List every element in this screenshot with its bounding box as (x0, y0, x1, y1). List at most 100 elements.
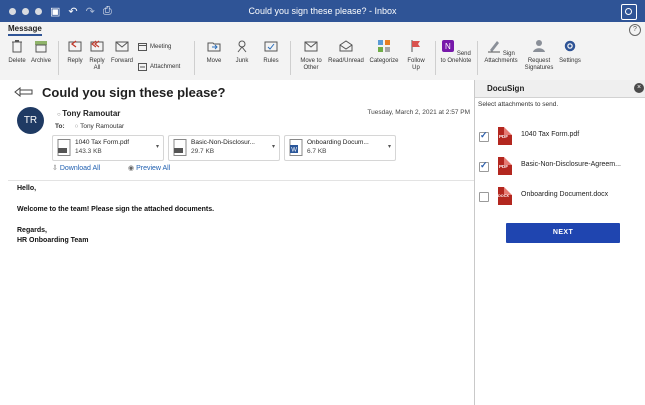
attachment-checkbox[interactable] (479, 160, 489, 172)
flag-icon (411, 40, 420, 52)
envelope-icon (304, 41, 318, 52)
pen-sign-icon (488, 41, 501, 53)
word-file-icon: W (289, 139, 303, 156)
rules-button[interactable]: Rules (258, 39, 284, 65)
chevron-down-icon[interactable]: ▾ (156, 143, 159, 150)
file-type-label: PDF (499, 134, 508, 139)
save-icon[interactable]: ▣ (50, 5, 60, 18)
docusign-attachment-row[interactable]: PDF Basic-Non-Disclosure-Agreem... (479, 157, 644, 177)
follow-up-label: Follow Up (407, 58, 425, 71)
attachment-chip[interactable]: W Onboarding Docum... 6.7 KB ▾ (284, 135, 396, 161)
reply-back-icon[interactable] (14, 87, 34, 97)
pdf-file-icon (57, 139, 71, 156)
attachment-name: 1040 Tax Form.pdf (521, 131, 580, 138)
ribbon-tab-row: Message ? (0, 22, 645, 37)
docusign-attachment-row[interactable]: PDF 1040 Tax Form.pdf (479, 127, 644, 147)
move-folder-icon (207, 42, 221, 52)
move-button[interactable]: Move (201, 39, 227, 65)
search-icon[interactable] (621, 4, 637, 20)
download-all-link[interactable]: ⇩ Download All (52, 164, 100, 172)
archive-button[interactable]: Archive (29, 39, 53, 65)
open-envelope-icon (339, 40, 353, 52)
forward-button[interactable]: Forward (109, 39, 135, 65)
reply-all-button[interactable]: Reply All (86, 39, 108, 72)
categorize-button[interactable]: Categorize (367, 39, 401, 65)
pdf-file-icon: PDF (498, 127, 512, 145)
reading-pane: Could you sign these please? TR ○ Tony R… (0, 80, 474, 405)
gear-icon (564, 40, 576, 52)
settings-button[interactable]: Settings (556, 39, 584, 65)
attachment-icon (138, 63, 147, 71)
file-type-label: DOCX (498, 194, 509, 198)
to-recipient[interactable]: Tony Ramoutar (80, 123, 124, 130)
sender-name[interactable]: ○ Tony Ramoutar (57, 109, 120, 118)
help-icon[interactable]: ? (629, 24, 641, 36)
message-subject: Could you sign these please? (42, 85, 226, 100)
cloud-download-icon: ⇩ (52, 165, 60, 172)
window-title: Could you sign these please? - Inbox (248, 6, 397, 16)
minimize-window-dot[interactable] (22, 7, 29, 15)
ribbon-separator (194, 41, 195, 75)
sign-attachments-button[interactable]: Sign Attachments (481, 39, 521, 65)
title-bar: ▣ ↶ ↷ ⎙ Could you sign these please? - I… (0, 0, 645, 22)
to-line: To: ○ Tony Ramoutar (55, 123, 124, 130)
tab-message[interactable]: Message (8, 24, 42, 36)
attachment-checkbox[interactable] (479, 130, 489, 142)
archive-icon (35, 41, 47, 53)
close-icon[interactable]: × (634, 83, 644, 93)
reply-icon (68, 40, 82, 52)
close-window-dot[interactable] (9, 7, 16, 15)
avatar: TR (17, 107, 44, 134)
attachment-chip[interactable]: Basic-Non-Disclosur... 29.7 KB ▾ (168, 135, 280, 161)
chevron-down-icon[interactable]: ▾ (388, 143, 391, 150)
preview-all-link[interactable]: ◉ Preview All (128, 164, 170, 172)
print-icon[interactable]: ⎙ (103, 5, 112, 18)
move-to-other-button[interactable]: Move to Other (296, 39, 326, 72)
person-request-icon (533, 40, 545, 52)
zoom-window-dot[interactable] (35, 7, 42, 15)
read-unread-label: Read/Unread (328, 58, 364, 64)
reply-button[interactable]: Reply (64, 39, 86, 65)
onenote-icon: N (442, 40, 455, 52)
chevron-down-icon[interactable]: ▾ (272, 143, 275, 150)
attachment-name: 1040 Tax Form.pdf (75, 139, 130, 146)
attachment-size: 143.3 KB (75, 148, 102, 155)
attachment-button[interactable]: Attachment (138, 63, 180, 71)
attachment-chip[interactable]: 1040 Tax Form.pdf 143.3 KB ▾ (52, 135, 164, 161)
send-to-onenote-button[interactable]: N Send to OneNote (440, 39, 472, 65)
request-signatures-label: Request Signatures (524, 58, 554, 71)
svg-text:N: N (445, 42, 451, 51)
message-date: Tuesday, March 2, 2021 at 2:57 PM (367, 109, 470, 116)
next-button[interactable]: NEXT (506, 223, 620, 243)
meeting-button[interactable]: Meeting (138, 43, 171, 51)
request-signatures-button[interactable]: Request Signatures (522, 39, 556, 72)
docusign-instructions: Select attachments to send. (478, 101, 559, 108)
delete-button[interactable]: Delete (6, 39, 28, 65)
undo-icon[interactable]: ↶ (68, 5, 77, 18)
file-type-label: PDF (499, 164, 508, 169)
pdf-file-icon (173, 139, 187, 156)
header-divider (8, 180, 474, 181)
ribbon-separator (477, 41, 478, 75)
envelope-icon (115, 41, 129, 52)
junk-label: Junk (235, 58, 249, 64)
delete-label: Delete (8, 58, 26, 64)
reply-label: Reply (67, 58, 83, 64)
read-unread-button[interactable]: Read/Unread (327, 39, 365, 65)
redo-icon[interactable]: ↷ (86, 5, 95, 18)
archive-label: Archive (30, 58, 51, 64)
attachment-size: 6.7 KB (307, 148, 327, 155)
attachment-checkbox[interactable] (479, 192, 489, 202)
junk-button[interactable]: Junk (230, 39, 254, 65)
docusign-attachment-row[interactable]: DOCX Onboarding Document.docx (479, 187, 644, 207)
attachment-name: Basic-Non-Disclosure-Agreem... (521, 161, 621, 168)
docusign-title: DocuSign (487, 84, 525, 93)
meeting-label: Meeting (150, 44, 172, 50)
forward-label: Forward (110, 58, 133, 64)
pdf-file-icon: PDF (498, 157, 512, 175)
follow-up-button[interactable]: Follow Up (403, 39, 429, 72)
junk-icon (237, 40, 247, 53)
reply-all-label: Reply All (89, 58, 105, 71)
reply-all-icon (90, 40, 104, 52)
docx-file-icon: DOCX (498, 187, 512, 205)
